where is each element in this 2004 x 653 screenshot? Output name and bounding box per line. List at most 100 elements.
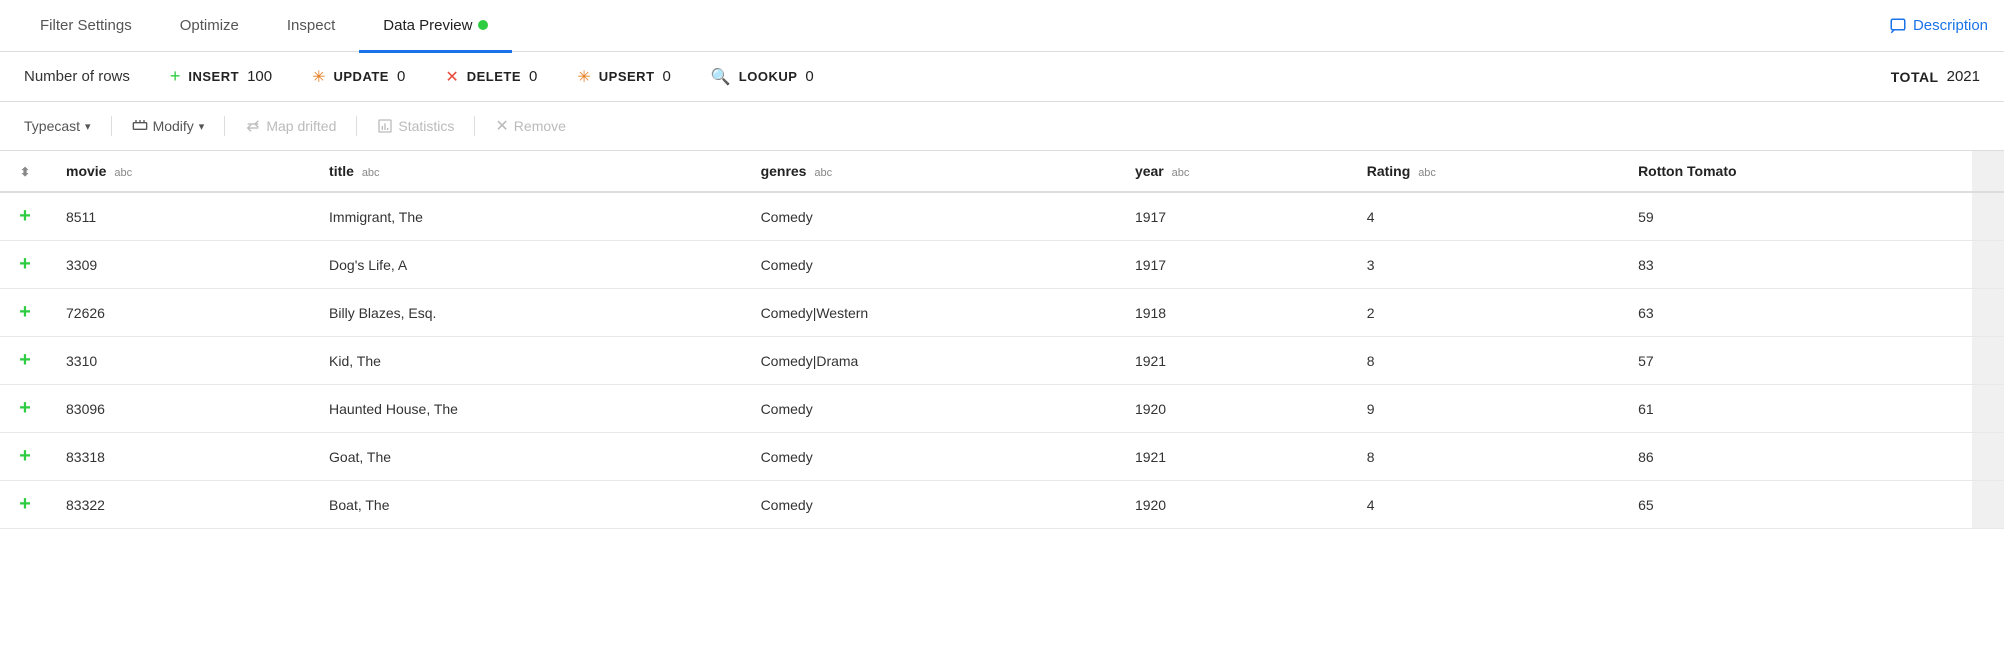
delete-stat: ✕ DELETE 0 — [445, 67, 537, 87]
cell-year: 1921 — [1119, 433, 1351, 481]
table-row: + 8511 Immigrant, The Comedy 1917 4 59 — [0, 192, 2004, 241]
cell-year: 1920 — [1119, 481, 1351, 529]
update-icon: ✳ — [312, 67, 325, 87]
cell-genres: Comedy|Western — [745, 289, 1119, 337]
cell-rotten-tomatoes: 57 — [1622, 337, 1972, 385]
toolbar-separator-2 — [224, 116, 225, 136]
table-row: + 3310 Kid, The Comedy|Drama 1921 8 57 — [0, 337, 2004, 385]
modify-button[interactable]: Modify ▾ — [124, 114, 213, 138]
cell-genres: Comedy — [745, 385, 1119, 433]
col-header-rating: Rating abc — [1351, 151, 1622, 192]
cell-title: Immigrant, The — [313, 192, 745, 241]
col-header-title: title abc — [313, 151, 745, 192]
row-insert-icon[interactable]: + — [0, 481, 50, 529]
scrollbar-cell — [1972, 337, 2004, 385]
cell-title: Dog's Life, A — [313, 241, 745, 289]
cell-genres: Comedy — [745, 192, 1119, 241]
scrollbar-header — [1972, 151, 2004, 192]
cell-rotten-tomatoes: 86 — [1622, 433, 1972, 481]
cell-genres: Comedy|Drama — [745, 337, 1119, 385]
scrollbar-cell — [1972, 481, 2004, 529]
data-table-container: ⬍ movie abc title abc genres abc year ab… — [0, 151, 2004, 529]
remove-x-icon: ✕ — [495, 116, 508, 136]
chat-icon — [1889, 17, 1907, 35]
table-header-row: ⬍ movie abc title abc genres abc year ab… — [0, 151, 2004, 192]
tab-filter-settings[interactable]: Filter Settings — [16, 1, 156, 53]
modify-chevron-icon: ▾ — [199, 120, 205, 133]
scrollbar-cell — [1972, 385, 2004, 433]
insert-stat: + INSERT 100 — [170, 66, 272, 87]
top-nav: Filter Settings Optimize Inspect Data Pr… — [0, 0, 2004, 52]
total-stat: TOTAL 2021 — [1891, 68, 1980, 85]
row-insert-icon[interactable]: + — [0, 241, 50, 289]
scrollbar-cell — [1972, 433, 2004, 481]
cell-movie: 72626 — [50, 289, 313, 337]
cell-title: Goat, The — [313, 433, 745, 481]
cell-movie: 3309 — [50, 241, 313, 289]
data-table: ⬍ movie abc title abc genres abc year ab… — [0, 151, 2004, 529]
cell-year: 1917 — [1119, 192, 1351, 241]
table-row: + 83322 Boat, The Comedy 1920 4 65 — [0, 481, 2004, 529]
cell-genres: Comedy — [745, 433, 1119, 481]
cell-title: Haunted House, The — [313, 385, 745, 433]
cell-rotten-tomatoes: 61 — [1622, 385, 1972, 433]
row-insert-icon[interactable]: + — [0, 433, 50, 481]
map-drifted-button[interactable]: Map drifted — [237, 114, 344, 138]
table-row: + 83318 Goat, The Comedy 1921 8 86 — [0, 433, 2004, 481]
lookup-icon: 🔍 — [711, 67, 731, 87]
insert-icon: + — [170, 66, 181, 87]
row-insert-icon[interactable]: + — [0, 385, 50, 433]
tab-optimize[interactable]: Optimize — [156, 1, 263, 53]
toolbar-separator-4 — [474, 116, 475, 136]
cell-movie: 8511 — [50, 192, 313, 241]
scrollbar-cell — [1972, 289, 2004, 337]
lookup-stat: 🔍 LOOKUP 0 — [711, 67, 814, 87]
cell-genres: Comedy — [745, 481, 1119, 529]
tab-data-preview[interactable]: Data Preview — [359, 1, 512, 53]
cell-rating: 3 — [1351, 241, 1622, 289]
cell-rotten-tomatoes: 65 — [1622, 481, 1972, 529]
cell-rating: 8 — [1351, 337, 1622, 385]
col-header-year: year abc — [1119, 151, 1351, 192]
col-header-genres: genres abc — [745, 151, 1119, 192]
row-insert-icon[interactable]: + — [0, 289, 50, 337]
statistics-icon — [377, 118, 393, 134]
row-insert-icon[interactable]: + — [0, 192, 50, 241]
cell-year: 1921 — [1119, 337, 1351, 385]
cell-rating: 4 — [1351, 192, 1622, 241]
typecast-chevron-icon: ▾ — [85, 120, 91, 133]
cell-movie: 83318 — [50, 433, 313, 481]
cell-rating: 2 — [1351, 289, 1622, 337]
tab-inspect[interactable]: Inspect — [263, 1, 359, 53]
col-header-rotten-tomatoes: Rotton Tomato — [1622, 151, 1972, 192]
cell-title: Kid, The — [313, 337, 745, 385]
toolbar: Typecast ▾ Modify ▾ Map drifted Statisti… — [0, 102, 2004, 151]
sort-icon[interactable]: ⬍ — [20, 165, 30, 179]
toolbar-separator-1 — [111, 116, 112, 136]
description-button[interactable]: Description — [1889, 17, 1988, 35]
typecast-button[interactable]: Typecast ▾ — [16, 114, 99, 138]
scrollbar-cell — [1972, 241, 2004, 289]
table-row: + 3309 Dog's Life, A Comedy 1917 3 83 — [0, 241, 2004, 289]
cell-movie: 83322 — [50, 481, 313, 529]
cell-year: 1917 — [1119, 241, 1351, 289]
stats-row: Number of rows + INSERT 100 ✳ UPDATE 0 ✕… — [0, 52, 2004, 102]
col-header-row-num: ⬍ — [0, 151, 50, 192]
cell-rotten-tomatoes: 63 — [1622, 289, 1972, 337]
cell-title: Billy Blazes, Esq. — [313, 289, 745, 337]
cell-rating: 4 — [1351, 481, 1622, 529]
cell-rotten-tomatoes: 83 — [1622, 241, 1972, 289]
table-row: + 83096 Haunted House, The Comedy 1920 9… — [0, 385, 2004, 433]
remove-button[interactable]: ✕ Remove — [487, 112, 574, 140]
row-insert-icon[interactable]: + — [0, 337, 50, 385]
cell-rating: 9 — [1351, 385, 1622, 433]
toolbar-separator-3 — [356, 116, 357, 136]
upsert-icon: ✳ — [577, 67, 590, 87]
cell-title: Boat, The — [313, 481, 745, 529]
cell-movie: 83096 — [50, 385, 313, 433]
statistics-button[interactable]: Statistics — [369, 114, 462, 138]
upsert-stat: ✳ UPSERT 0 — [577, 67, 670, 87]
scrollbar-cell — [1972, 192, 2004, 241]
delete-icon: ✕ — [445, 67, 458, 87]
cell-movie: 3310 — [50, 337, 313, 385]
